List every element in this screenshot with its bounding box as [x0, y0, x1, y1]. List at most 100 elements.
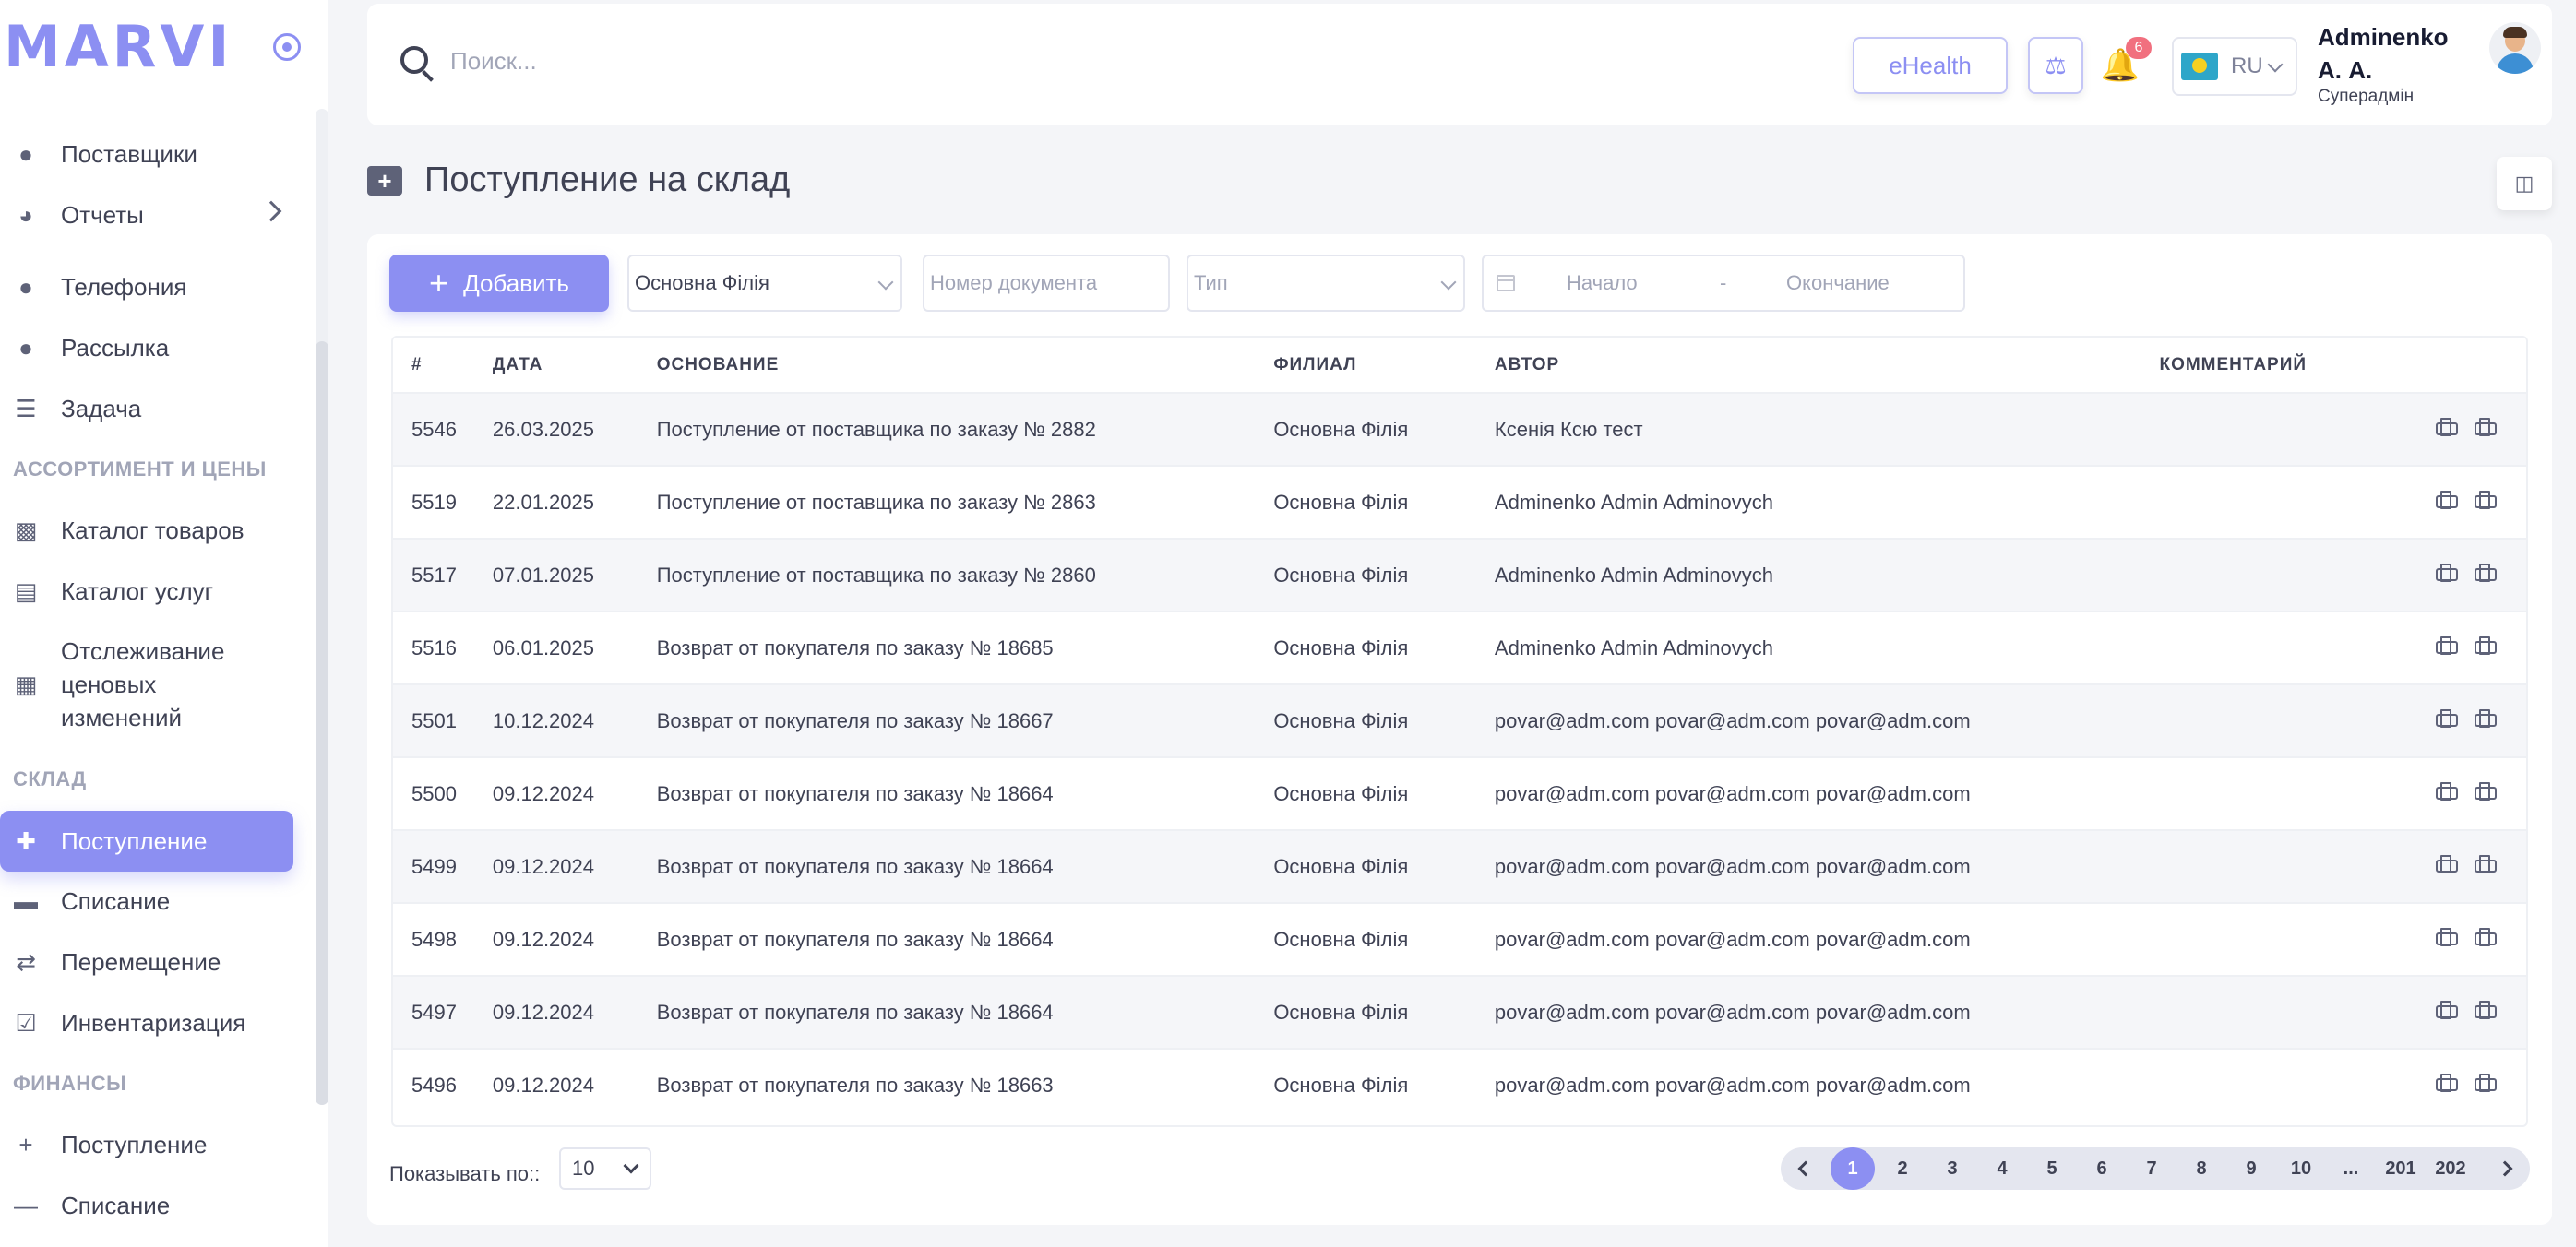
table-row[interactable]: 5497 09.12.2024 Возврат от покупателя по з…	[393, 975, 2526, 1049]
sidebar-item-price-tracking[interactable]: ▦ Отслеживание ценовых изменений	[0, 631, 293, 738]
column-header-id[interactable]: #	[393, 338, 493, 393]
sidebar-item-reports[interactable]: ◕ Отчеты	[0, 184, 293, 245]
print-icon[interactable]	[2436, 1000, 2459, 1019]
date-range-picker[interactable]: Начало - Окончание	[1482, 255, 1965, 312]
print-icon[interactable]	[2436, 781, 2459, 801]
cell-author: povar@adm.com povar@adm.com povar@adm.co…	[1494, 756, 2160, 830]
print-icon[interactable]	[2436, 927, 2459, 946]
print-icon[interactable]	[2436, 854, 2459, 873]
table-row[interactable]: 5498 09.12.2024 Возврат от покупателя по з…	[393, 902, 2526, 976]
print-icon[interactable]	[2436, 635, 2459, 655]
print-icon[interactable]	[2436, 563, 2459, 582]
sidebar-item-suppliers[interactable]: ● Поставщики	[0, 124, 293, 184]
avatar[interactable]	[2489, 22, 2541, 74]
pagination-page[interactable]: 2	[1880, 1147, 1925, 1190]
sidebar-item-write-off[interactable]: ▬ Списание	[0, 871, 293, 932]
column-header-author[interactable]: АВТОР	[1494, 338, 2160, 393]
search-input[interactable]	[450, 37, 1096, 85]
logo[interactable]: MARVI	[4, 13, 233, 80]
table-row[interactable]: 5517 07.01.2025 Поступление от поставщика …	[393, 538, 2526, 612]
per-page-select[interactable]: 10	[559, 1147, 651, 1190]
print-icon[interactable]	[2436, 708, 2459, 728]
sidebar-item-mailing[interactable]: ● Рассылка	[0, 317, 293, 378]
pagination-page[interactable]: 9	[2229, 1147, 2273, 1190]
arrows-exchange-icon: ⇄	[16, 947, 36, 976]
cell-branch: Основна Філія	[1273, 465, 1495, 539]
type-select-placeholder: Тип	[1194, 271, 1228, 294]
print-icon[interactable]	[2475, 635, 2498, 655]
table-row[interactable]: 5500 09.12.2024 Возврат от покупателя по з…	[393, 756, 2526, 830]
table-row[interactable]: 5519 22.01.2025 Поступление от поставщика …	[393, 465, 2526, 539]
cell-actions	[2417, 538, 2526, 612]
column-header-date[interactable]: ДАТА	[492, 338, 657, 393]
sidebar-item-finance-receipt[interactable]: + Поступление	[0, 1114, 293, 1175]
scale-button[interactable]: ⚖	[2028, 37, 2083, 94]
search-icon[interactable]	[400, 46, 428, 74]
date-start-input[interactable]: Начало	[1567, 271, 1638, 295]
sidebar-item-finance-write-off[interactable]: — Списание	[0, 1175, 293, 1236]
type-select[interactable]: Тип	[1187, 255, 1465, 312]
pagination-page[interactable]: 7	[2129, 1147, 2174, 1190]
table-row[interactable]: 5501 10.12.2024 Возврат от покупателя по з…	[393, 683, 2526, 757]
cell-actions	[2417, 829, 2526, 903]
pagination-page[interactable]: 5	[2030, 1147, 2074, 1190]
sidebar-pin-icon[interactable]	[273, 33, 301, 61]
sidebar-item-label: Каталог товаров	[61, 516, 244, 544]
pagination-prev[interactable]	[1784, 1147, 1827, 1190]
pagination-page[interactable]: 3	[1930, 1147, 1974, 1190]
sidebar-scrollbar-thumb[interactable]	[316, 341, 328, 1105]
sidebar-item-task[interactable]: ☰ Задача	[0, 378, 293, 439]
ehealth-button[interactable]: eHealth	[1853, 37, 2008, 94]
database-button[interactable]: ◫	[2497, 157, 2552, 210]
print-icon[interactable]	[2475, 1000, 2498, 1019]
sidebar-item-inventory[interactable]: ☑ Инвентаризация	[0, 992, 293, 1053]
sidebar-item-goods-catalog[interactable]: ▩ Каталог товаров	[0, 500, 293, 561]
print-icon[interactable]	[2436, 417, 2459, 436]
cell-actions	[2417, 392, 2526, 466]
add-button[interactable]: + Добавить	[389, 255, 609, 312]
print-icon[interactable]	[2475, 854, 2498, 873]
cell-date: 10.12.2024	[492, 683, 657, 757]
sidebar-item-transfer[interactable]: ⇄ Перемещение	[0, 932, 293, 992]
print-icon[interactable]	[2475, 781, 2498, 801]
print-icon[interactable]	[2475, 708, 2498, 728]
table-row[interactable]: 5546 26.03.2025 Поступление от поставщика …	[393, 392, 2526, 466]
language-select[interactable]: RU	[2172, 37, 2297, 96]
pagination-page[interactable]: 202	[2428, 1147, 2473, 1190]
print-icon[interactable]	[2475, 1074, 2498, 1092]
content-card: + Добавить Основна Філія Номер документа…	[367, 234, 2552, 1225]
pagination-page[interactable]: 8	[2179, 1147, 2224, 1190]
user-name[interactable]: Adminenko А. А.	[2318, 20, 2475, 87]
print-icon[interactable]	[2475, 927, 2498, 946]
print-icon[interactable]	[2436, 490, 2459, 509]
cell-author: Ксенія Ксю тест	[1494, 392, 2160, 466]
pie-chart-icon: ◕	[18, 200, 33, 229]
column-header-basis[interactable]: ОСНОВАНИЕ	[656, 338, 1274, 393]
table-row[interactable]: 5499 09.12.2024 Возврат от покупателя по з…	[393, 829, 2526, 903]
sidebar-item-receipt[interactable]: ✚ Поступление	[0, 811, 293, 872]
pagination-page[interactable]: 201	[2379, 1147, 2423, 1190]
print-icon[interactable]	[2475, 490, 2498, 509]
cell-date: 09.12.2024	[492, 975, 657, 1049]
print-icon[interactable]	[2436, 1074, 2459, 1092]
table-row[interactable]: 5516 06.01.2025 Возврат от покупателя по з…	[393, 611, 2526, 684]
cell-basis: Поступление от поставщика по заказу № 28…	[656, 392, 1274, 466]
pagination-page[interactable]: 1	[1831, 1147, 1875, 1190]
column-header-branch[interactable]: ФИЛИАЛ	[1273, 338, 1495, 393]
pagination-next[interactable]	[2484, 1147, 2526, 1190]
inventory-check-icon: ☑	[15, 1008, 37, 1037]
pagination-page[interactable]: 4	[1980, 1147, 2024, 1190]
section-finance: ФИНАНСЫ	[13, 1072, 127, 1095]
branch-select[interactable]: Основна Філія	[627, 255, 902, 312]
calendar-icon	[1497, 275, 1515, 291]
column-header-comment[interactable]: КОММЕНТАРИЙ	[2159, 338, 2418, 393]
print-icon[interactable]	[2475, 417, 2498, 436]
table-row[interactable]: 5496 09.12.2024 Возврат от покупателя по з…	[393, 1048, 2526, 1122]
print-icon[interactable]	[2475, 563, 2498, 582]
sidebar-item-telephony[interactable]: ● Телефония	[0, 256, 293, 317]
document-number-input[interactable]: Номер документа	[923, 255, 1170, 312]
pagination-page[interactable]: 10	[2279, 1147, 2323, 1190]
sidebar-item-services-catalog[interactable]: ▤ Каталог услуг	[0, 561, 293, 622]
date-end-input[interactable]: Окончание	[1786, 271, 1890, 295]
pagination-page[interactable]: 6	[2080, 1147, 2124, 1190]
